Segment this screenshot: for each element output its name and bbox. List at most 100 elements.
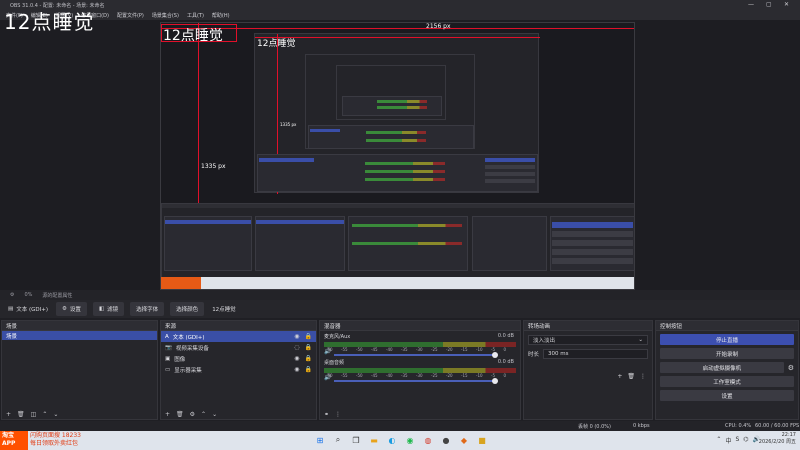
channel-name: 麦克风/Aux [324, 334, 351, 340]
app-red-icon[interactable]: ◍ [422, 434, 434, 446]
duration-input[interactable]: 300 ms [543, 349, 648, 359]
mixer-dock-footer: ⚭ ⋮ [320, 409, 520, 419]
menu-bar: 文件(F) 编辑(E) 视图(V) 停靠窗口(D) 配置文件(P) 场景集合(S… [0, 10, 800, 20]
task-view-icon[interactable]: ❐ [350, 434, 362, 446]
ime-indicator[interactable]: S [735, 436, 739, 445]
controls-dock: 控制按钮 停止直播 开始录制 启动虚拟摄像机 ⚙ 工作室模式 设置 [655, 320, 799, 420]
overlay-text: 12点睡觉 [4, 10, 95, 34]
chevron-down-icon: ⌄ [638, 337, 643, 343]
ad-text[interactable]: 闪购页面搜 18233 每日领取外卖红包 [30, 432, 81, 448]
add-icon[interactable]: + [6, 411, 11, 418]
virtual-camera-button[interactable]: 启动虚拟摄像机 [660, 362, 784, 373]
chevron-up-icon[interactable]: ⌃ [201, 411, 206, 418]
channel-db: 0.0 dB [497, 333, 514, 339]
transition-select[interactable]: 淡入淡出 ⌄ [528, 335, 648, 345]
obs-icon[interactable]: ● [440, 434, 452, 446]
menu-help[interactable]: 帮助(H) [212, 12, 230, 19]
preview-canvas[interactable]: 12点睡觉 2156 px 1335 px 12点睡觉 1335 px [160, 22, 635, 290]
eye-off-icon[interactable]: ◌ [294, 344, 299, 351]
scenes-dock: 场景 场景 + 🗑 ◫ ⌃ ⌄ [1, 320, 158, 420]
gear-icon[interactable]: ⚙ [10, 292, 14, 298]
app-yellow-icon[interactable]: ■ [476, 434, 488, 446]
sources-dock-footer: + 🗑 ⚙ ⌃ ⌄ [161, 409, 316, 419]
cpu-usage: CPU: 0.4% [725, 423, 752, 429]
gear-icon[interactable]: ⚙ [788, 364, 794, 372]
trash-icon[interactable]: 🗑 [627, 373, 635, 380]
select-font-button[interactable]: 选择字体 [130, 302, 165, 316]
menu-profile[interactable]: 配置文件(P) [117, 12, 144, 19]
preview-overlay-text: 12点睡觉 [163, 28, 223, 44]
source-status-text: 源的配置属性 [42, 292, 73, 299]
lock-icon[interactable]: 🔒 [305, 366, 312, 373]
lock-icon[interactable]: 🔒 [305, 333, 312, 340]
chevron-up-icon[interactable]: ⌃ [716, 436, 721, 445]
source-item-text[interactable]: A 文本 (GDI+) ◉ 🔒 [161, 331, 316, 342]
app-orange-icon[interactable]: ◆ [458, 434, 470, 446]
select-color-button[interactable]: 选择颜色 [170, 302, 205, 316]
windows-start-icon[interactable]: ⊞ [314, 434, 326, 446]
mixer-channel-desktop: 桌面音频 0.0 dB -60 -55 -50 -45 -40 -35 -30 -25 -20-… [320, 357, 520, 384]
chevron-up-icon[interactable]: ⌃ [42, 411, 47, 418]
nested-ad [161, 277, 201, 289]
menu-scene-collection[interactable]: 场景集合(S) [152, 12, 179, 19]
file-explorer-icon[interactable]: ▬ [368, 434, 380, 446]
add-icon[interactable]: + [165, 411, 170, 418]
nested-preview-1: 12点睡觉 1335 px [254, 33, 540, 194]
eye-icon[interactable]: ◉ [294, 366, 299, 373]
volume-slider[interactable] [324, 378, 516, 384]
nested-preview-3 [336, 65, 446, 120]
scene-item[interactable]: 场景 [2, 331, 157, 340]
network-icon[interactable]: ⌬ [743, 436, 748, 445]
maximize-button[interactable]: ▢ [766, 1, 772, 8]
stop-streaming-button[interactable]: 停止直播 [660, 334, 794, 345]
transitions-dock: 转场动画 淡入淡出 ⌄ 时长 300 ms + 🗑 ⋮ [523, 320, 653, 420]
search-icon[interactable]: ⌕ [332, 434, 344, 446]
channel-db: 0.0 dB [497, 359, 514, 365]
lock-icon[interactable]: 🔒 [305, 344, 312, 351]
text-value: 12点睡觉 [212, 307, 236, 313]
speaker-icon[interactable]: 🔊 [324, 374, 331, 381]
nested-obs-docks [161, 203, 634, 278]
mixer-dock-title: 混音器 [320, 321, 520, 331]
taskbar: 淘宝 APP 闪购页面搜 18233 每日领取外卖红包 ⊞ ⌕ ❐ ▬ ◐ ◉ ◍… [0, 431, 800, 450]
studio-mode-button[interactable]: 工作室模式 [660, 376, 794, 387]
speaker-icon[interactable]: 🔊 [324, 348, 331, 355]
source-item-image[interactable]: ▣ 图像 ◉ 🔒 [161, 353, 316, 364]
language-indicator[interactable]: 中 [725, 436, 731, 445]
trash-icon[interactable]: 🗑 [17, 411, 25, 418]
duration-row: 时长 300 ms [524, 349, 652, 359]
properties-button[interactable]: ⚙ 设置 [55, 302, 87, 316]
source-status-bar: ⚙ 0% 源的配置属性 [0, 290, 800, 300]
close-button[interactable]: ✕ [784, 1, 789, 8]
channel-name: 桌面音频 [324, 360, 345, 366]
eye-icon[interactable]: ◉ [294, 333, 299, 340]
menu-tools[interactable]: 工具(T) [187, 12, 204, 19]
eye-icon[interactable]: ◉ [294, 355, 299, 362]
trash-icon[interactable]: 🗑 [176, 411, 184, 418]
taskbar-apps: ⊞ ⌕ ❐ ▬ ◐ ◉ ◍ ● ◆ ■ [314, 434, 488, 446]
more-icon[interactable]: ⋮ [335, 411, 341, 418]
minimize-button[interactable]: — [748, 1, 754, 8]
dimension-width-label: 2156 px [426, 23, 451, 30]
link-icon[interactable]: ⚭ [324, 411, 329, 418]
gear-icon[interactable]: ⚙ [190, 411, 195, 418]
settings-button[interactable]: 设置 [660, 390, 794, 401]
chevron-down-icon[interactable]: ⌄ [212, 411, 217, 418]
text-source-icon: ▤ [8, 306, 14, 312]
lock-icon[interactable]: 🔒 [305, 355, 312, 362]
clock[interactable]: 22:17 2026/2/20 周五 [759, 432, 796, 446]
filters-button[interactable]: ◧ 滤镜 [92, 302, 125, 316]
source-item-camera[interactable]: 📷 视频采集设备 ◌ 🔒 [161, 342, 316, 353]
taobao-ad[interactable]: 淘宝 APP [0, 431, 28, 450]
source-name: ▤ 文本 (GDI+) [8, 306, 48, 313]
source-item-display[interactable]: ▭ 显示器采集 ◉ 🔒 [161, 364, 316, 375]
scenes-dock-title: 场景 [2, 321, 157, 331]
filter-icon[interactable]: ◫ [31, 411, 37, 418]
app-green-icon[interactable]: ◉ [404, 434, 416, 446]
more-icon[interactable]: ⋮ [640, 373, 646, 380]
add-icon[interactable]: + [617, 373, 622, 380]
start-recording-button[interactable]: 开始录制 [660, 348, 794, 359]
transitions-dock-title: 转场动画 [524, 321, 652, 331]
edge-icon[interactable]: ◐ [386, 434, 398, 446]
chevron-down-icon[interactable]: ⌄ [53, 411, 58, 418]
